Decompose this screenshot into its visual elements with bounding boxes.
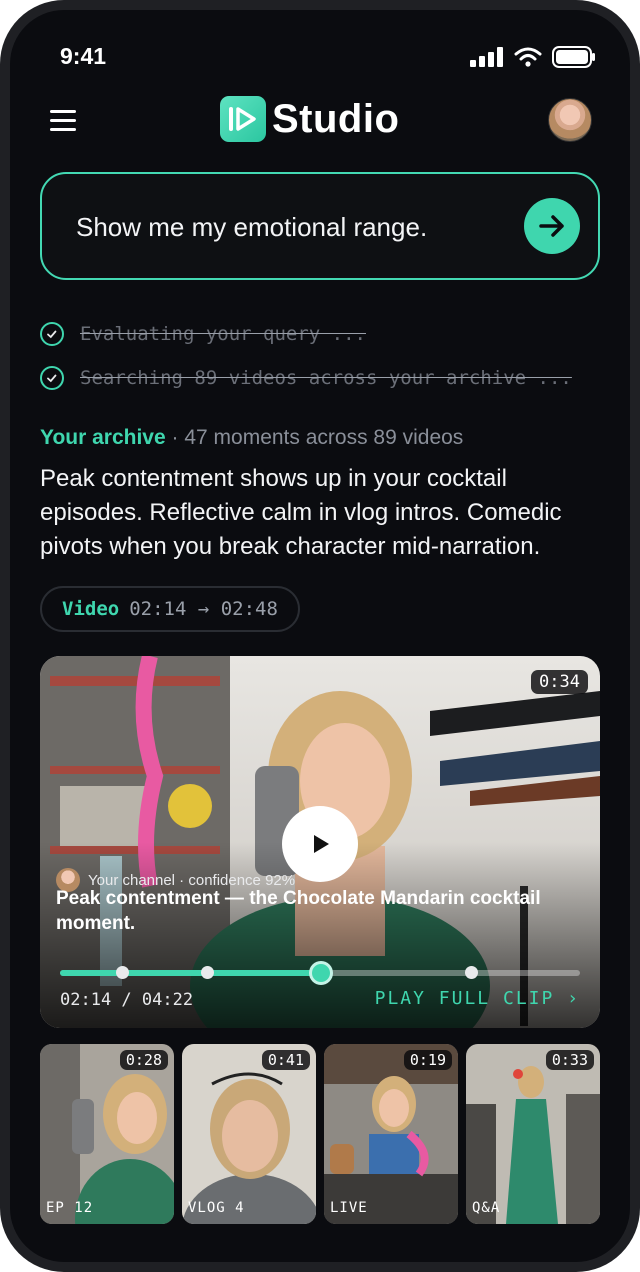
video-player[interactable]: 0:34 Your channel · confidence 92% Peak … [40, 656, 600, 1028]
brand-logo-icon [220, 96, 266, 142]
archive-stats: · 47 moments across 89 videos [165, 426, 464, 449]
check-circle-icon [40, 366, 64, 390]
duration-badge: 0:28 [119, 1050, 168, 1070]
check-circle-icon [40, 322, 64, 346]
signal-icon [470, 47, 503, 67]
video-range-chip[interactable]: Video 02:14 → 02:48 [40, 586, 300, 632]
query-box[interactable]: Show me my emotional range. [40, 172, 600, 280]
thumbnail-card[interactable]: 0:19 LIVE [324, 1044, 458, 1224]
video-chip-range: 02:14 → 02:48 [129, 598, 278, 620]
arrow-right-icon [539, 215, 564, 237]
app-screen: 9:41 Studio Show me my emotional range. … [10, 10, 630, 1262]
thumbnail-image [40, 1044, 174, 1224]
phone-frame: 9:41 Studio Show me my emotional range. … [0, 0, 640, 1272]
thumbnail-card[interactable]: 0:41 VLOG 4 [182, 1044, 316, 1224]
duration-badge: 0:33 [545, 1050, 594, 1070]
battery-icon [552, 46, 595, 68]
thumbnail-label: VLOG 4 [188, 1200, 245, 1216]
status-time: 9:41 [60, 43, 107, 69]
scrub-handle[interactable] [309, 961, 334, 985]
avatar[interactable] [548, 98, 592, 142]
archive-summary: Peak contentment shows up in your cockta… [40, 465, 562, 560]
chapter-marker[interactable] [464, 966, 478, 979]
thumbnail-label: LIVE [330, 1200, 368, 1216]
play-full-clip-link[interactable]: PLAY FULL CLIP › [375, 988, 580, 1009]
menu-icon[interactable] [50, 110, 76, 132]
query-text: Show me my emotional range. [76, 212, 428, 242]
thumbnail-image [324, 1044, 458, 1224]
scrub-progress [60, 970, 322, 976]
brand-name: Studio [272, 96, 400, 141]
playback-time: 02:14 / 04:22 [60, 990, 194, 1010]
step-text: Evaluating your query ... [80, 323, 366, 345]
step-item: Evaluating your query ... [40, 322, 366, 346]
archive-label[interactable]: Your archive [40, 426, 166, 449]
thumbnail-row: 0:28 EP 12 0:41 VLOG 4 0:19 LIVE 0:33 Q&… [40, 1044, 600, 1224]
thumbnail-label: Q&A [472, 1200, 501, 1216]
video-chip-label: Video [62, 598, 120, 620]
archive-heading: Your archive · 47 moments across 89 vide… [40, 426, 463, 450]
thumbnail-card[interactable]: 0:33 Q&A [466, 1044, 600, 1224]
thumbnail-label: EP 12 [46, 1200, 94, 1216]
clip-title: Peak contentment — the Chocolate Mandari… [56, 888, 541, 934]
step-text: Searching 89 videos across your archive … [80, 367, 572, 389]
brand: Studio [220, 96, 399, 142]
duration-badge: 0:41 [261, 1050, 310, 1070]
thumbnail-image [466, 1044, 600, 1224]
duration-badge: 0:34 [531, 670, 588, 694]
chapter-marker[interactable] [200, 966, 214, 979]
step-item: Searching 89 videos across your archive … [40, 366, 572, 390]
send-button[interactable] [524, 198, 580, 254]
status-icons [470, 46, 596, 68]
scrub-bar[interactable] [60, 961, 580, 985]
duration-badge: 0:19 [403, 1050, 452, 1070]
thumbnail-image [182, 1044, 316, 1224]
wifi-icon [514, 47, 542, 67]
thumbnail-card[interactable]: 0:28 EP 12 [40, 1044, 174, 1224]
